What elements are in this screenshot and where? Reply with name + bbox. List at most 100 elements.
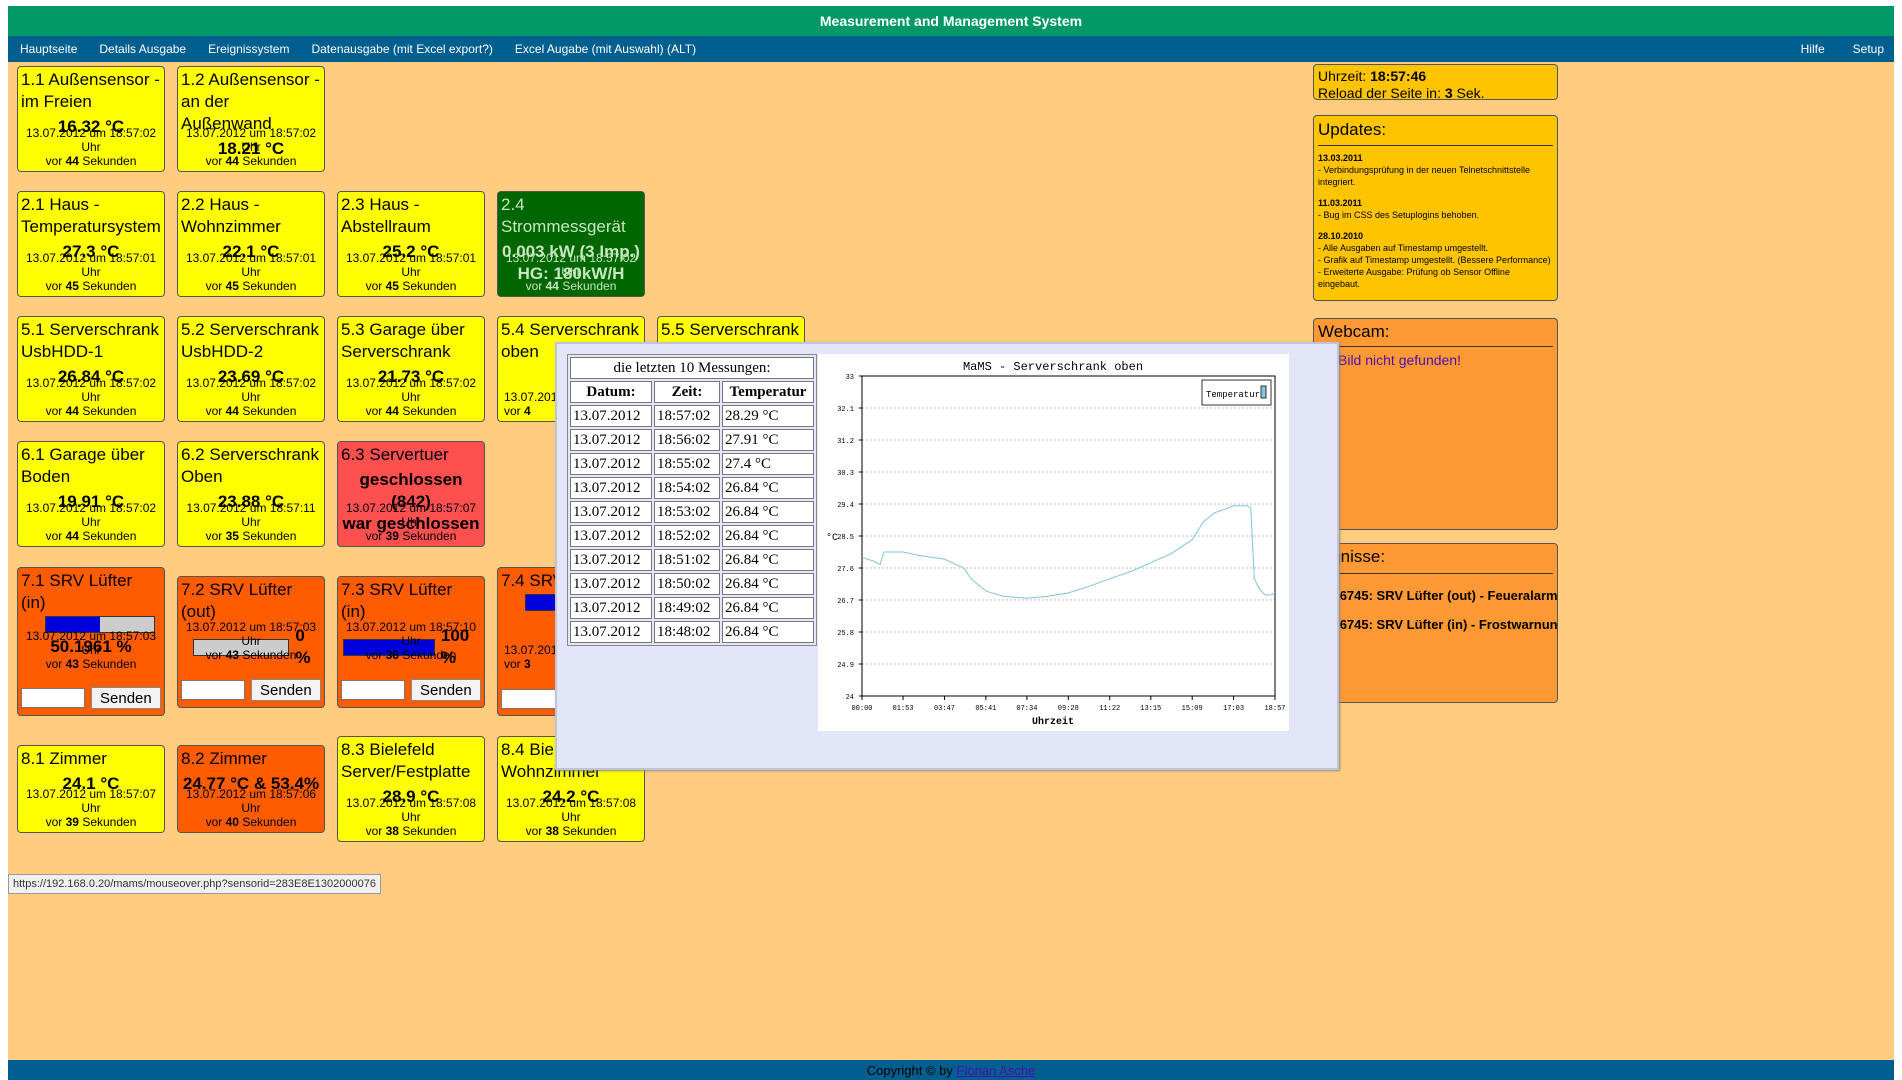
cell-time: 18:48:02 xyxy=(654,621,720,643)
sensor-ago-prefix: vor xyxy=(365,529,383,543)
update-entry: 11.03.2011 - Bug im CSS des Setuplogins … xyxy=(1318,197,1553,221)
sensor-ago-suffix: Sekunden xyxy=(82,657,137,671)
sensor-ago-suffix: Sekunden xyxy=(402,824,457,838)
cell-temp: 28.29 °C xyxy=(722,405,814,427)
webcam-title: Webcam: xyxy=(1318,322,1553,347)
cell-temp: 27.91 °C xyxy=(722,429,814,451)
sensor-tile-5-3[interactable]: 5.3 Garage über Serverschrank 21.73 °C 1… xyxy=(337,316,485,422)
update-date: 13.03.2011 xyxy=(1318,153,1363,163)
sensor-tile-8-3[interactable]: 8.3 Bielefeld Server/Festplatte 28.9 °C … xyxy=(337,736,485,842)
sensor-ago: 39 xyxy=(385,529,399,543)
sensor-tile-2-3[interactable]: 2.3 Haus - Abstellraum 25.2 °C 13.07.201… xyxy=(337,191,485,297)
sensor-ago-prefix: vor xyxy=(45,657,63,671)
sensor-ago-prefix: vor xyxy=(205,815,223,829)
sensor-date: 13.07.2012 um 18:57:02 Uhr xyxy=(25,126,157,154)
fan-value-input[interactable] xyxy=(21,688,85,708)
y-tick-label: 32.1 xyxy=(837,406,854,414)
fan-value-input[interactable] xyxy=(341,680,405,700)
sensor-ago-prefix: vor xyxy=(205,279,223,293)
sensor-title: 8.1 Zimmer xyxy=(21,749,107,768)
sensor-tile-1-1[interactable]: 1.1 Außensensor - im Freien 16.32 °C 13.… xyxy=(17,66,165,172)
sensor-tile-5-1[interactable]: 5.1 Serverschrank UsbHDD-1 26.84 °C 13.0… xyxy=(17,316,165,422)
y-tick-label: 29.4 xyxy=(837,502,854,510)
update-date: 28.10.2010 xyxy=(1318,231,1364,241)
sensor-ago: 35 xyxy=(225,529,239,543)
sensor-ago-suffix: Sekunden xyxy=(242,404,297,418)
updates-panel: Updates: 13.03.2011 - Verbindungsprüfung… xyxy=(1313,115,1558,301)
sensor-ago: 43 xyxy=(65,657,79,671)
sensor-ago-suffix: Sekunden xyxy=(402,648,457,662)
reload-unit: Sek. xyxy=(1456,85,1485,100)
sensor-tile-2-2[interactable]: 2.2 Haus - Wohnzimmer 22.1 °C 13.07.2012… xyxy=(177,191,325,297)
column-header: Zeit: xyxy=(654,381,720,403)
fan-value-input[interactable] xyxy=(181,680,245,700)
cell-temp: 26.84 °C xyxy=(722,597,814,619)
sensor-ago-suffix: Sekunden xyxy=(402,404,457,418)
sensor-tile-6-2[interactable]: 6.2 Serverschrank Oben 23.88 °C 13.07.20… xyxy=(177,441,325,547)
cell-time: 18:50:02 xyxy=(654,573,720,595)
fan-tile-7-1[interactable]: 7.1 SRV Lüfter (in) 50.1961 % 13.07.2012… xyxy=(17,567,165,716)
updates-title: Updates: xyxy=(1318,120,1553,146)
sensor-date: 13.07.2012 um 18:57:07 Uhr xyxy=(25,787,157,815)
sensor-date: 13.07.201 xyxy=(504,643,558,657)
nav-hauptseite[interactable]: Hauptseite xyxy=(20,42,77,56)
copyright-text: Copyright © by xyxy=(866,1063,953,1078)
table-row: 13.07.2012 18:55:02 27.4 °C xyxy=(570,453,814,475)
update-text: - Verbindungsprüfung in der neuen Telnet… xyxy=(1318,165,1530,187)
sensor-tile-1-2[interactable]: 1.2 Außensensor - an der Außenwand 18.21… xyxy=(177,66,325,172)
fan-tile-7-2[interactable]: 7.2 SRV Lüfter (out) 0 % 13.07.2012 um 1… xyxy=(177,576,325,708)
sensor-ago-prefix: vor xyxy=(504,404,521,418)
nav-hilfe[interactable]: Hilfe xyxy=(1801,42,1825,56)
sensor-title: 5.5 Serverschrank xyxy=(661,320,799,339)
sensor-ago-prefix: vor xyxy=(45,404,63,418)
table-row: 13.07.2012 18:53:02 26.84 °C xyxy=(570,501,814,523)
sensor-ago: 44 xyxy=(65,154,79,168)
sensor-tile-2-4[interactable]: 2.4 Strommessgerät 0.003 kW (3 Imp.) HG:… xyxy=(497,191,645,297)
sensor-ago-suffix: Sekunden xyxy=(242,154,297,168)
sensor-ago-suffix: Sekunden xyxy=(402,529,457,543)
chart-xlabel: Uhrzeit xyxy=(1032,716,1074,728)
sensor-title: 5.2 Serverschrank UsbHDD-2 xyxy=(181,320,319,361)
sensor-title: 2.1 Haus - Temperatursystem xyxy=(21,195,161,236)
sensor-ago: 44 xyxy=(545,279,559,293)
cell-time: 18:54:02 xyxy=(654,477,720,499)
app-title-bar: Measurement and Management System xyxy=(8,6,1894,36)
sensor-ago-prefix: vor xyxy=(525,279,543,293)
send-button[interactable]: Senden xyxy=(251,679,321,701)
sensor-title: 2.4 Strommessgerät xyxy=(501,195,626,236)
page-frame: Measurement and Management System Haupts… xyxy=(8,6,1894,1080)
nav-excel-ausgabe[interactable]: Excel Augabe (mit Auswahl) (ALT) xyxy=(515,42,696,56)
chart-svg: MaMS - Serverschrank oben 24 24.9 25.8 26.7… xyxy=(826,360,1286,728)
clock-label: Uhrzeit: xyxy=(1318,68,1367,84)
nav-setup[interactable]: Setup xyxy=(1853,42,1884,56)
nav-ereignissystem[interactable]: Ereignissystem xyxy=(208,42,289,56)
author-link[interactable]: Florian Asche xyxy=(957,1063,1036,1078)
sensor-ago-suffix: Sekunden xyxy=(562,279,617,293)
sensor-tile-5-2[interactable]: 5.2 Serverschrank UsbHDD-2 23.69 °C 13.0… xyxy=(177,316,325,422)
reload-countdown: 3 xyxy=(1444,85,1453,100)
cell-date: 13.07.2012 xyxy=(570,549,652,571)
cell-date: 13.07.2012 xyxy=(570,501,652,523)
send-button[interactable]: Senden xyxy=(91,687,161,709)
sensor-title: 2.2 Haus - Wohnzimmer xyxy=(181,195,281,236)
cell-time: 18:52:02 xyxy=(654,525,720,547)
sensor-ago: 44 xyxy=(65,529,79,543)
sensor-ago: 44 xyxy=(225,154,239,168)
sensor-ago: 45 xyxy=(65,279,79,293)
events-panel: eignisse: 7306745: SRV Lüfter (out) - Fe… xyxy=(1313,543,1558,703)
y-tick-label: 30.3 xyxy=(837,470,854,478)
sensor-tile-6-3[interactable]: 6.3 Servertuer geschlossen (842) war ges… xyxy=(337,441,485,547)
send-button[interactable]: Senden xyxy=(411,679,481,701)
sensor-tile-8-1[interactable]: 8.1 Zimmer 24.1 °C 13.07.2012 um 18:57:0… xyxy=(17,745,165,833)
nav-details-ausgabe[interactable]: Details Ausgabe xyxy=(99,42,186,56)
sensor-date: 13.07.2012 um 18:57:03 Uhr xyxy=(25,629,157,657)
nav-datenausgabe[interactable]: Datenausgabe (mit Excel export?) xyxy=(311,42,492,56)
y-tick-label: 24 xyxy=(846,694,854,702)
sensor-tile-6-1[interactable]: 6.1 Garage über Boden 19.91 °C 13.07.201… xyxy=(17,441,165,547)
measurements-table: die letzten 10 Messungen: Datum: Zeit: T… xyxy=(567,354,817,646)
legend-label: Temperatur xyxy=(1206,390,1260,400)
fan-tile-7-3[interactable]: 7.3 SRV Lüfter (in) 100 % 13.07.2012 um … xyxy=(337,576,485,708)
sensor-tile-2-1[interactable]: 2.1 Haus - Temperatursystem 27.3 °C 13.0… xyxy=(17,191,165,297)
sensor-tile-8-2[interactable]: 8.2 Zimmer 24.77 °C & 53.4% 13.07.2012 u… xyxy=(177,745,325,833)
y-tick-label: 26.7 xyxy=(837,598,854,606)
